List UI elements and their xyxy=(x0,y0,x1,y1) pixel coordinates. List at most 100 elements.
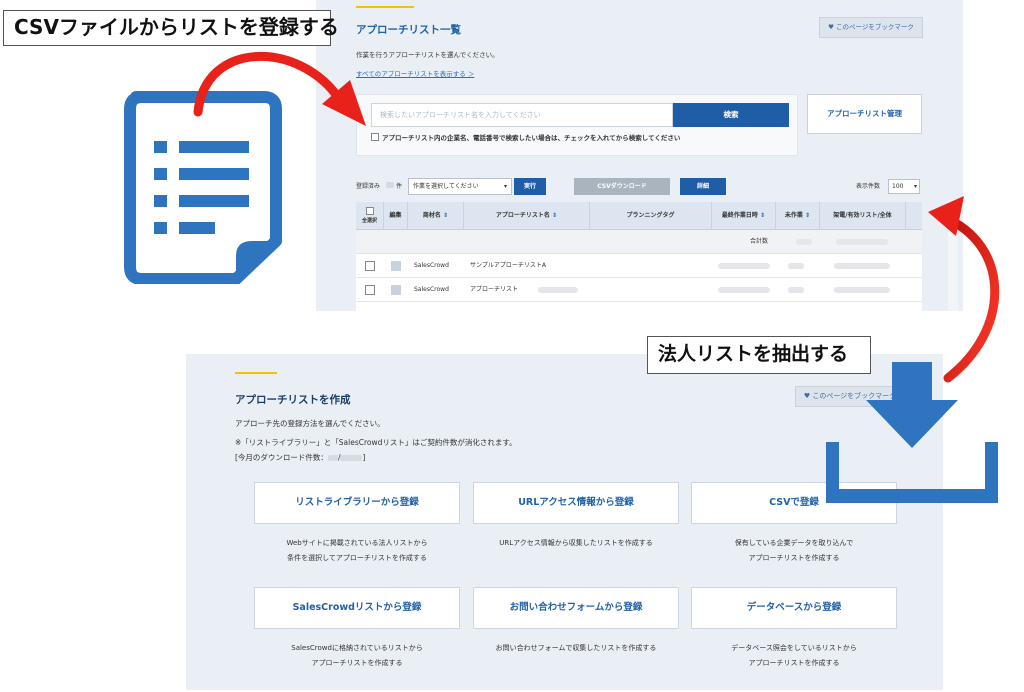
row-company: SalesCrowd xyxy=(414,262,449,269)
total-label: 合計数 xyxy=(750,238,769,245)
per-page-label: 表示件数 xyxy=(856,183,881,190)
page-title: アプローチリスト一覧 xyxy=(356,24,461,36)
callout-extract-list: 法人リストを抽出する xyxy=(647,336,871,374)
unworked-header-label: 未作業 xyxy=(784,212,803,219)
download-icon xyxy=(826,362,998,503)
count-unit: 件 xyxy=(396,183,403,190)
description-line: 保有している企業データを取り込んで xyxy=(734,539,854,547)
row-list-name[interactable]: サンプルアプローチリストA xyxy=(470,254,546,278)
detail-button[interactable]: 詳細 xyxy=(680,178,726,195)
row-company: SalesCrowd xyxy=(414,286,449,293)
select-all-label: 全選択 xyxy=(361,218,377,224)
company-header-label: 商材名 xyxy=(422,212,441,219)
description-line: SalesCrowdに格納されているリストから xyxy=(291,644,423,652)
search-option: アプローチリスト内の企業名、電話番号で検索したい場合は、チェックを入れてから検索… xyxy=(371,132,680,142)
per-page-select[interactable]: 100 ▾ xyxy=(888,179,920,194)
description-line: Webサイトに掲載されている法人リストから xyxy=(286,539,428,547)
download-count-prefix: [今月のダウンロード件数： xyxy=(235,453,328,462)
last-work-date-header[interactable]: 最終作業日時 ⇕ xyxy=(712,202,776,230)
valid-total-header: 架電/有効リスト/全体 xyxy=(820,202,906,230)
registered-label: 登録済み xyxy=(356,183,381,190)
bookmark-button[interactable]: ♥ このページをブックマーク xyxy=(819,17,923,38)
download-count-suffix: ] xyxy=(362,453,366,462)
registered-count xyxy=(386,182,394,188)
option-description: 保有している企業データを取り込んで アプローチリストを作成する xyxy=(691,536,897,566)
row-list-name[interactable]: アプローチリスト xyxy=(470,278,518,302)
list-name-header-label: アプローチリスト名 xyxy=(495,212,550,219)
select-all-checkbox[interactable] xyxy=(365,207,374,215)
edit-header: 編集 xyxy=(384,202,408,230)
select-all-header[interactable]: 全選択 xyxy=(356,202,384,230)
register-from-url-access-button[interactable]: URLアクセス情報から登録 xyxy=(473,482,679,524)
search-option-label: アプローチリスト内の企業名、電話番号で検索したい場合は、チェックを入れてから検索… xyxy=(382,134,681,142)
option-description: URLアクセス情報から収集したリストを作成する xyxy=(473,536,679,551)
row-checkbox[interactable] xyxy=(365,285,375,295)
scroll-up-icon[interactable]: ▲ xyxy=(948,200,958,207)
chevron-down-icon: ▾ xyxy=(503,183,507,190)
register-from-salescrowd-list-button[interactable]: SalesCrowdリストから登録 xyxy=(254,587,460,629)
redacted-value xyxy=(788,287,804,293)
operation-select[interactable]: 作業を選択してください ▾ xyxy=(408,178,512,195)
description-line: アプローチリストを作成する xyxy=(748,659,840,667)
search-area: 検索したいアプローチリスト名を入力してください 検索 アプローチリスト内の企業名… xyxy=(356,94,798,156)
more-columns-header xyxy=(906,202,922,230)
last-work-date-header-label: 最終作業日時 xyxy=(721,212,758,219)
option-description: Webサイトに掲載されている法人リストから 条件を選択してアプローチリストを作成… xyxy=(254,536,460,566)
option-description: SalesCrowdに格納されているリストから アプローチリストを作成する xyxy=(254,641,460,671)
redacted-value xyxy=(538,287,578,293)
show-all-lists-link[interactable]: すべてのアプローチリストを表示する ＞ xyxy=(356,68,474,78)
register-from-database-button[interactable]: データベースから登録 xyxy=(691,587,897,629)
table-row[interactable] xyxy=(356,302,922,311)
table-total-row: 合計数 xyxy=(356,230,922,254)
sort-icon: ⇕ xyxy=(443,212,449,219)
search-button[interactable]: 検索 xyxy=(673,103,789,127)
redacted-value xyxy=(788,263,804,269)
sort-icon: ⇕ xyxy=(760,212,766,219)
search-option-checkbox[interactable] xyxy=(371,133,379,141)
description-line: アプローチリストを作成する xyxy=(748,554,840,562)
description-line: 条件を選択してアプローチリストを作成する xyxy=(287,554,427,562)
company-header[interactable]: 商材名 ⇕ xyxy=(408,202,464,230)
table-row[interactable]: SalesCrowd サンプルアプローチリストA xyxy=(356,254,922,278)
title-accent-line xyxy=(356,6,414,8)
edit-icon[interactable] xyxy=(391,285,401,295)
register-from-list-library-button[interactable]: リストライブラリーから登録 xyxy=(254,482,460,524)
list-name-header[interactable]: アプローチリスト名 ⇕ xyxy=(464,202,590,230)
description-line: アプローチリストを作成する xyxy=(311,659,403,667)
list-toolbar: 登録済み 件 作業を選択してください ▾ 実行 CSVダウンロード 詳細 表示件… xyxy=(356,178,922,196)
redacted-value xyxy=(340,455,363,461)
description-line: データベース照会をしているリストから xyxy=(731,644,857,652)
per-page-value: 100 xyxy=(892,183,904,190)
redacted-value xyxy=(718,287,770,293)
redacted-value xyxy=(834,263,890,269)
row-checkbox[interactable] xyxy=(365,261,375,271)
redacted-value xyxy=(834,287,890,293)
description-line: お問い合わせフォームで収集したリストを作成する xyxy=(495,644,657,652)
sort-icon: ⇕ xyxy=(805,212,811,219)
execute-button[interactable]: 実行 xyxy=(514,178,546,195)
unworked-header[interactable]: 未作業 ⇕ xyxy=(776,202,820,230)
description-line: URLアクセス情報から収集したリストを作成する xyxy=(499,539,653,547)
lead-text: アプローチ先の登録方法を選んでください。 xyxy=(235,419,385,428)
table-row[interactable]: SalesCrowd アプローチリスト xyxy=(356,278,922,302)
csv-download-button[interactable]: CSVダウンロード xyxy=(574,178,670,195)
sort-icon: ⇕ xyxy=(552,212,558,219)
page-title: アプローチリストを作成 xyxy=(235,394,351,406)
page-subtitle: 作業を行うアプローチリストを選んでください。 xyxy=(356,51,499,59)
list-manage-button[interactable]: アプローチリスト管理 xyxy=(807,94,922,134)
search-input[interactable]: 検索したいアプローチリスト名を入力してください xyxy=(371,103,673,127)
document-list-icon xyxy=(124,91,282,284)
callout-csv-register: CSVファイルからリストを登録する xyxy=(3,10,339,46)
option-description: データベース照会をしているリストから アプローチリストを作成する xyxy=(691,641,897,671)
redacted-value xyxy=(327,455,338,461)
table-header: 全選択 編集 商材名 ⇕ アプローチリスト名 ⇕ プランニングタグ 最終作業日時… xyxy=(356,202,922,230)
option-description: お問い合わせフォームで収集したリストを作成する xyxy=(473,641,679,656)
title-accent-line xyxy=(235,372,277,374)
redacted-value xyxy=(718,263,770,269)
table-scrollbar[interactable]: ▲ xyxy=(948,200,958,311)
register-from-contact-form-button[interactable]: お問い合わせフォームから登録 xyxy=(473,587,679,629)
operation-select-value: 作業を選択してください xyxy=(413,183,479,190)
edit-icon[interactable] xyxy=(391,261,401,271)
redacted-value xyxy=(796,239,812,245)
planning-tag-header: プランニングタグ xyxy=(590,202,712,230)
